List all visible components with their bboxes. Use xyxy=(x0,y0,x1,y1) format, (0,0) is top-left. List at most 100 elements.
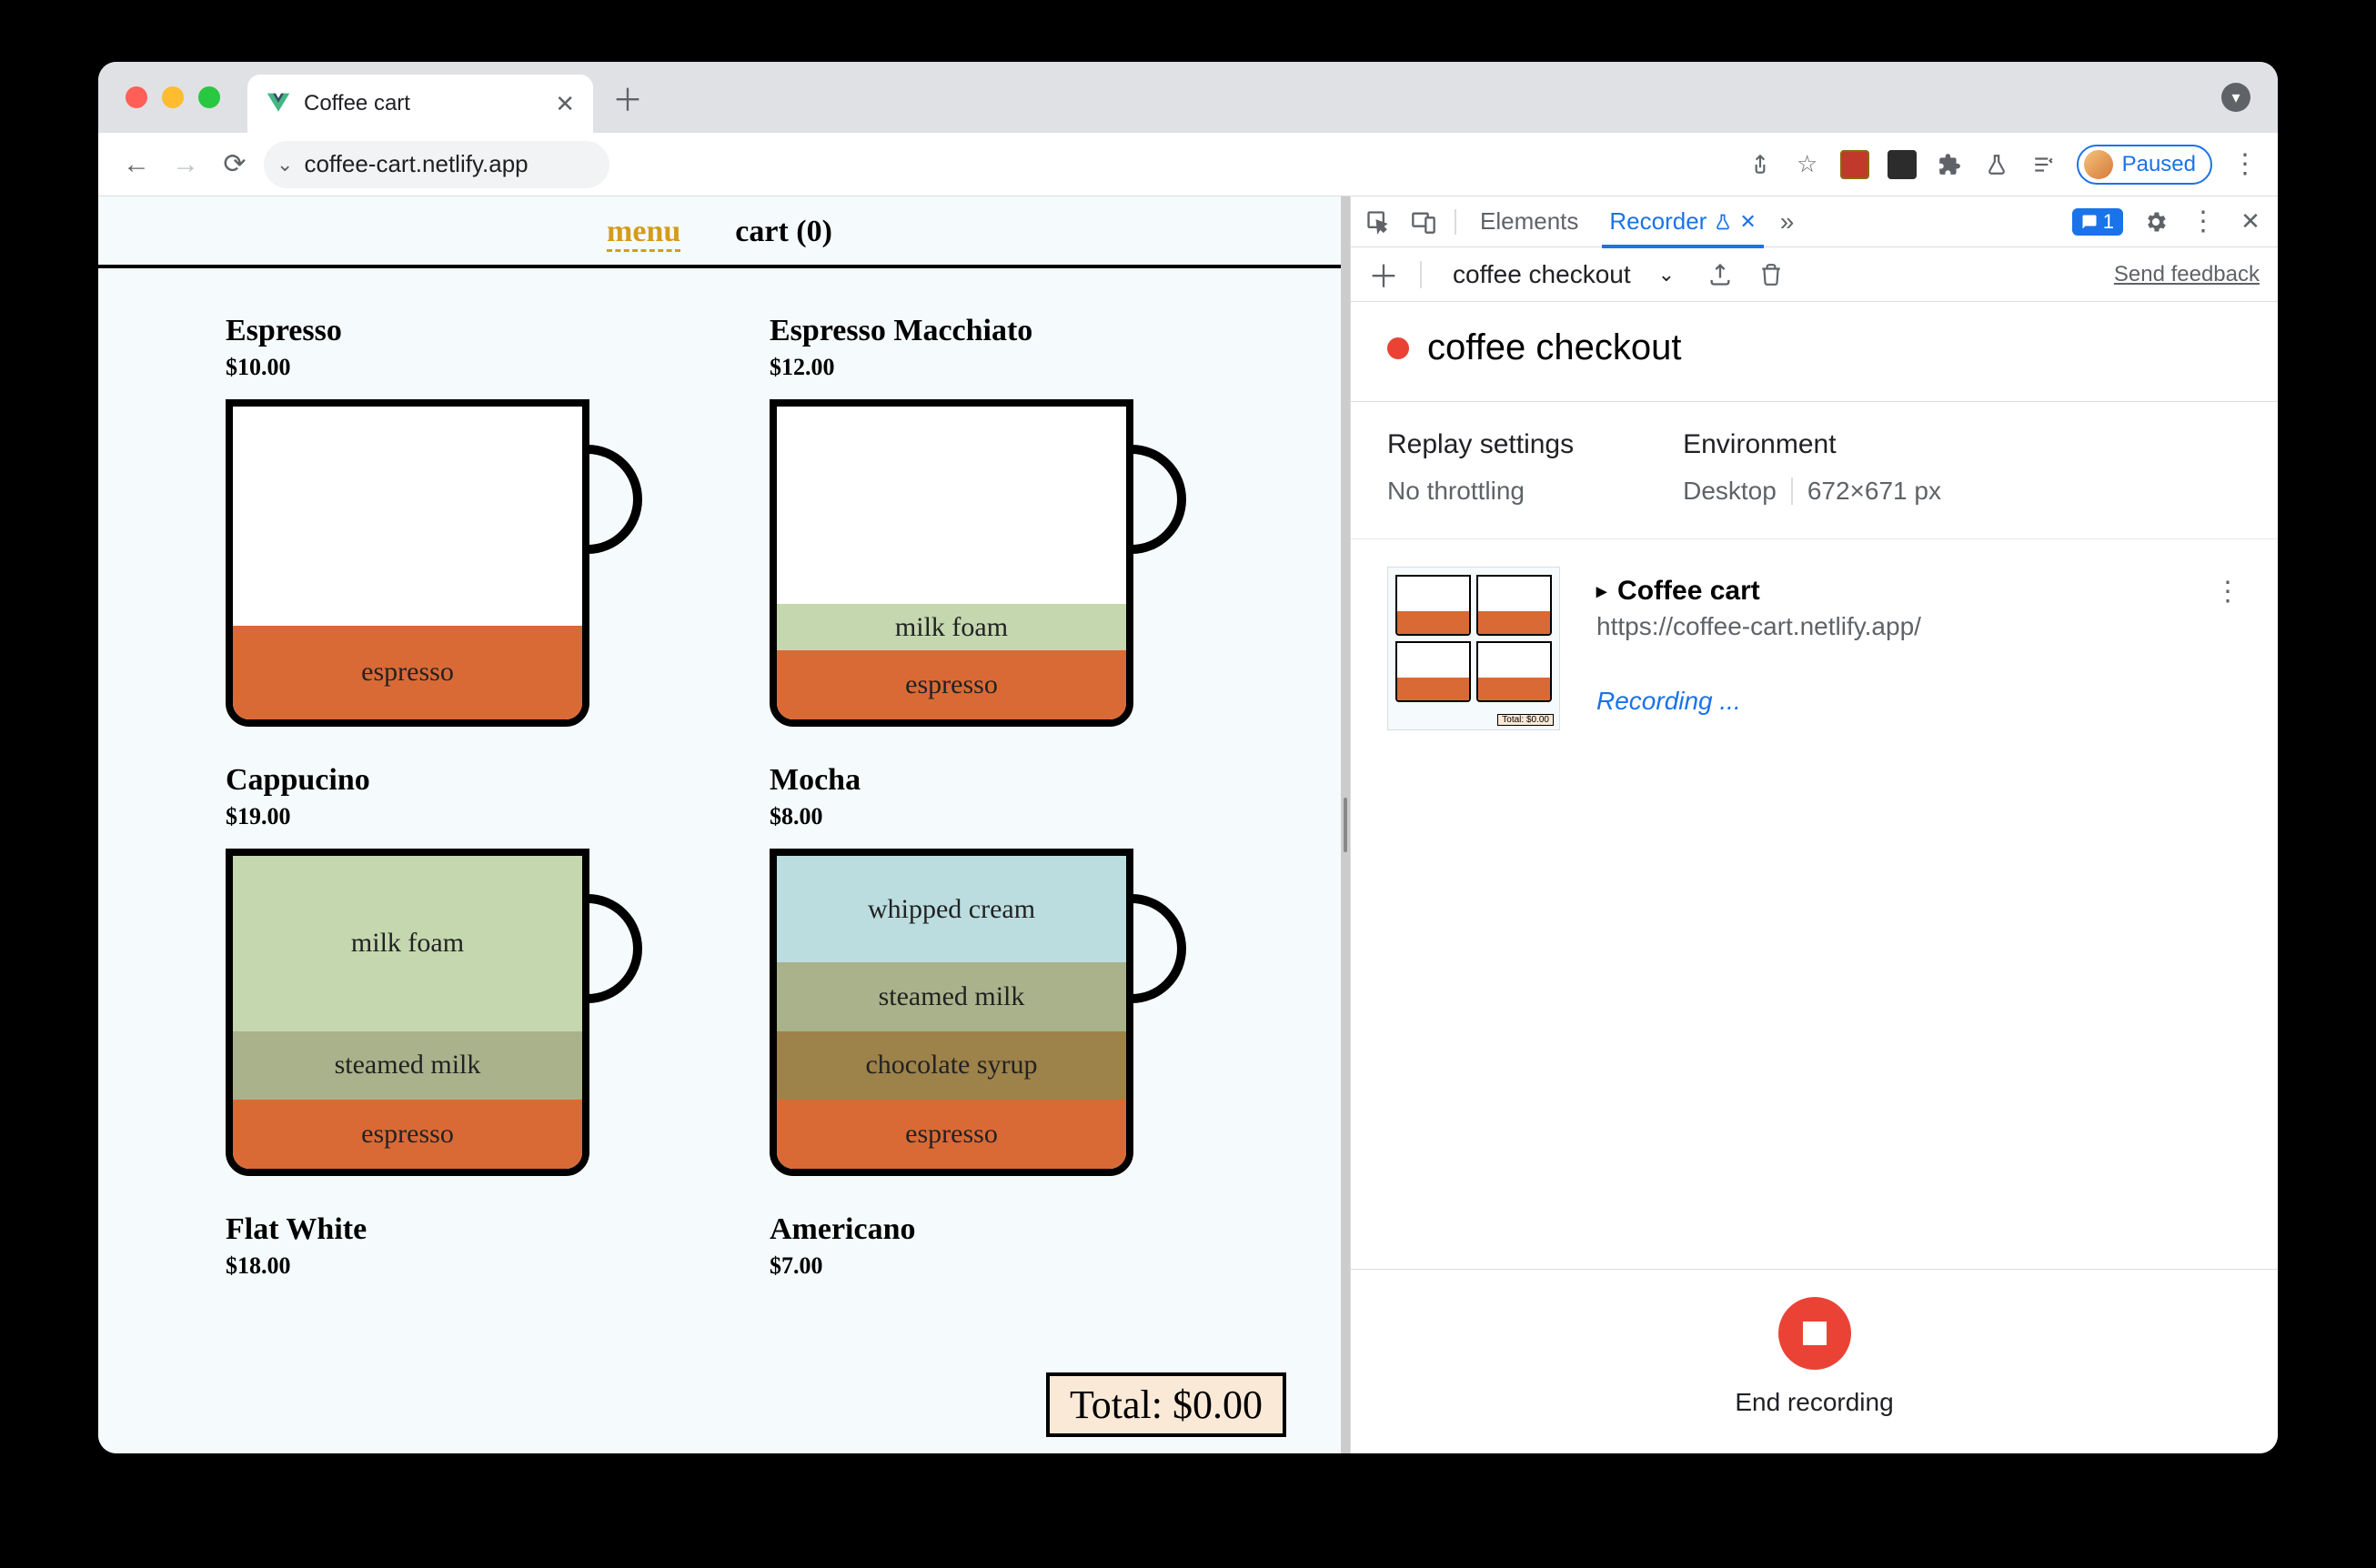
site-info-icon[interactable]: ⌄ xyxy=(277,153,293,176)
coffee-item-flatwhite: Flat White $18.00 xyxy=(226,1212,670,1298)
layer-milk-foam: milk foam xyxy=(777,604,1126,651)
labs-flask-icon[interactable] xyxy=(1982,150,2011,179)
forward-button[interactable]: → xyxy=(166,145,206,185)
url-text: coffee-cart.netlify.app xyxy=(304,150,528,178)
minimize-window-button[interactable] xyxy=(162,86,184,108)
extensions-puzzle-icon[interactable] xyxy=(1935,150,1964,179)
tab-elements[interactable]: Elements xyxy=(1473,198,1586,245)
tab-close-icon[interactable]: ✕ xyxy=(555,90,575,118)
divider xyxy=(1791,477,1793,505)
coffee-mug[interactable]: espresso chocolate syrup steamed milk wh… xyxy=(770,849,1133,1176)
extension-icon-1[interactable] xyxy=(1840,150,1869,179)
page-viewport: menu cart (0) Espresso $10.00 espresso xyxy=(98,196,1341,1453)
step-url: https://coffee-cart.netlify.app/ xyxy=(1596,612,2178,641)
vue-favicon-icon xyxy=(266,91,291,116)
recorder-toolbar: ＋ coffee checkout ⌄ Send feedback xyxy=(1351,247,2278,302)
tab-title: Coffee cart xyxy=(304,91,542,116)
coffee-mug[interactable]: espresso milk foam xyxy=(770,399,1133,727)
tab-close-icon[interactable]: ✕ xyxy=(1739,210,1756,234)
coffee-mug[interactable]: espresso steamed milk milk foam xyxy=(226,849,589,1176)
device-toolbar-icon[interactable] xyxy=(1409,207,1438,236)
layer-whipped: whipped cream xyxy=(777,856,1126,962)
recording-title-row: coffee checkout xyxy=(1351,302,2278,402)
coffee-name: Mocha xyxy=(770,763,1213,798)
coffee-price: $10.00 xyxy=(226,354,670,381)
coffee-item-americano: Americano $7.00 xyxy=(770,1212,1213,1298)
maximize-window-button[interactable] xyxy=(198,86,220,108)
replay-settings-col: Replay settings No throttling xyxy=(1387,429,1574,506)
coffee-name: Cappucino xyxy=(226,763,670,798)
tab-recorder[interactable]: Recorder ✕ xyxy=(1602,198,1763,248)
coffee-price: $8.00 xyxy=(770,803,1213,830)
close-window-button[interactable] xyxy=(126,86,147,108)
coffee-item-mocha: Mocha $8.00 espresso chocolate syrup ste… xyxy=(770,763,1213,1176)
step-status: Recording ... xyxy=(1596,687,2178,716)
layer-espresso: espresso xyxy=(233,626,582,719)
messages-badge[interactable]: 1 xyxy=(2072,208,2123,236)
tab-strip: Coffee cart ✕ ＋ xyxy=(98,62,2278,133)
reload-button[interactable]: ⟳ xyxy=(215,145,255,185)
coffee-item-espresso: Espresso $10.00 espresso xyxy=(226,314,670,727)
devtools-panel: Elements Recorder ✕ » 1 ⋮ xyxy=(1350,196,2278,1453)
reading-list-icon[interactable] xyxy=(2029,150,2059,179)
devtools-tabs: Elements Recorder ✕ » 1 ⋮ xyxy=(1351,196,2278,247)
devtools-menu-icon[interactable]: ⋮ xyxy=(2189,207,2218,236)
coffee-name: Flat White xyxy=(226,1212,670,1247)
share-icon[interactable] xyxy=(1746,150,1775,179)
replay-throttling-value[interactable]: No throttling xyxy=(1387,477,1574,506)
coffee-grid: Espresso $10.00 espresso Espresso Macchi… xyxy=(98,277,1341,1298)
export-icon[interactable] xyxy=(1706,260,1735,289)
send-feedback-link[interactable]: Send feedback xyxy=(2114,262,2260,287)
new-tab-button[interactable]: ＋ xyxy=(609,79,646,116)
devtools-splitter[interactable] xyxy=(1341,196,1350,1453)
browser-window: Coffee cart ✕ ＋ ← → ⟳ ⌄ coffee-cart.netl… xyxy=(98,62,2278,1453)
cart-link[interactable]: cart (0) xyxy=(735,215,832,252)
layer-milk-foam: milk foam xyxy=(233,856,582,1031)
recording-selector[interactable]: coffee checkout ⌄ xyxy=(1444,260,1684,289)
delete-icon[interactable] xyxy=(1757,260,1786,289)
coffee-price: $19.00 xyxy=(226,803,670,830)
coffee-name: Espresso xyxy=(226,314,670,348)
inspect-element-icon[interactable] xyxy=(1364,207,1393,236)
window-controls xyxy=(98,86,220,108)
coffee-name: Americano xyxy=(770,1212,1213,1247)
environment-heading: Environment xyxy=(1683,429,1941,460)
bookmark-star-icon[interactable]: ☆ xyxy=(1793,150,1822,179)
profile-avatar-icon xyxy=(2084,150,2113,179)
toolbar-icons: ☆ Paused ⋮ xyxy=(1746,145,2260,185)
chrome-menu-button[interactable]: ⋮ xyxy=(2230,150,2260,179)
new-recording-icon[interactable]: ＋ xyxy=(1369,260,1398,289)
step-thumbnail[interactable]: Total: $0.00 xyxy=(1387,567,1560,730)
coffee-price: $18.00 xyxy=(226,1252,670,1280)
replay-settings-heading: Replay settings xyxy=(1387,429,1574,460)
layer-espresso: espresso xyxy=(233,1100,582,1169)
step-menu-icon[interactable]: ⋮ xyxy=(2214,567,2241,608)
tab-search-button[interactable] xyxy=(2221,83,2250,112)
step-title[interactable]: Coffee cart xyxy=(1617,576,1760,607)
address-bar: ← → ⟳ ⌄ coffee-cart.netlify.app ☆ xyxy=(98,133,2278,196)
environment-device: Desktop xyxy=(1683,477,1777,506)
flask-icon xyxy=(1714,213,1732,231)
browser-tab[interactable]: Coffee cart ✕ xyxy=(247,75,593,133)
page-nav: menu cart (0) xyxy=(98,196,1341,265)
recording-settings: Replay settings No throttling Environmen… xyxy=(1351,402,2278,539)
environment-col: Environment Desktop 672×671 px xyxy=(1683,429,1941,506)
more-tabs-icon[interactable]: » xyxy=(1780,207,1795,236)
layer-steamed-milk: steamed milk xyxy=(777,962,1126,1031)
layer-steamed-milk: steamed milk xyxy=(233,1031,582,1101)
back-button[interactable]: ← xyxy=(116,145,156,185)
cart-total[interactable]: Total: $0.00 xyxy=(1046,1372,1286,1437)
step-info: ▸ Coffee cart https://coffee-cart.netlif… xyxy=(1596,567,2178,730)
menu-link[interactable]: menu xyxy=(607,215,680,252)
extension-icon-2[interactable] xyxy=(1888,150,1917,179)
devtools-close-icon[interactable]: ✕ xyxy=(2236,207,2265,236)
coffee-mug[interactable]: espresso xyxy=(226,399,589,727)
end-recording-button[interactable] xyxy=(1778,1297,1851,1370)
url-field[interactable]: ⌄ coffee-cart.netlify.app xyxy=(264,141,609,188)
layer-espresso: espresso xyxy=(777,650,1126,719)
settings-gear-icon[interactable] xyxy=(2141,207,2170,236)
recorder-footer: End recording xyxy=(1351,1269,2278,1453)
coffee-item-cappucino: Cappucino $19.00 espresso steamed milk m… xyxy=(226,763,670,1176)
profile-button[interactable]: Paused xyxy=(2077,145,2212,185)
expand-caret-icon[interactable]: ▸ xyxy=(1596,579,1606,603)
